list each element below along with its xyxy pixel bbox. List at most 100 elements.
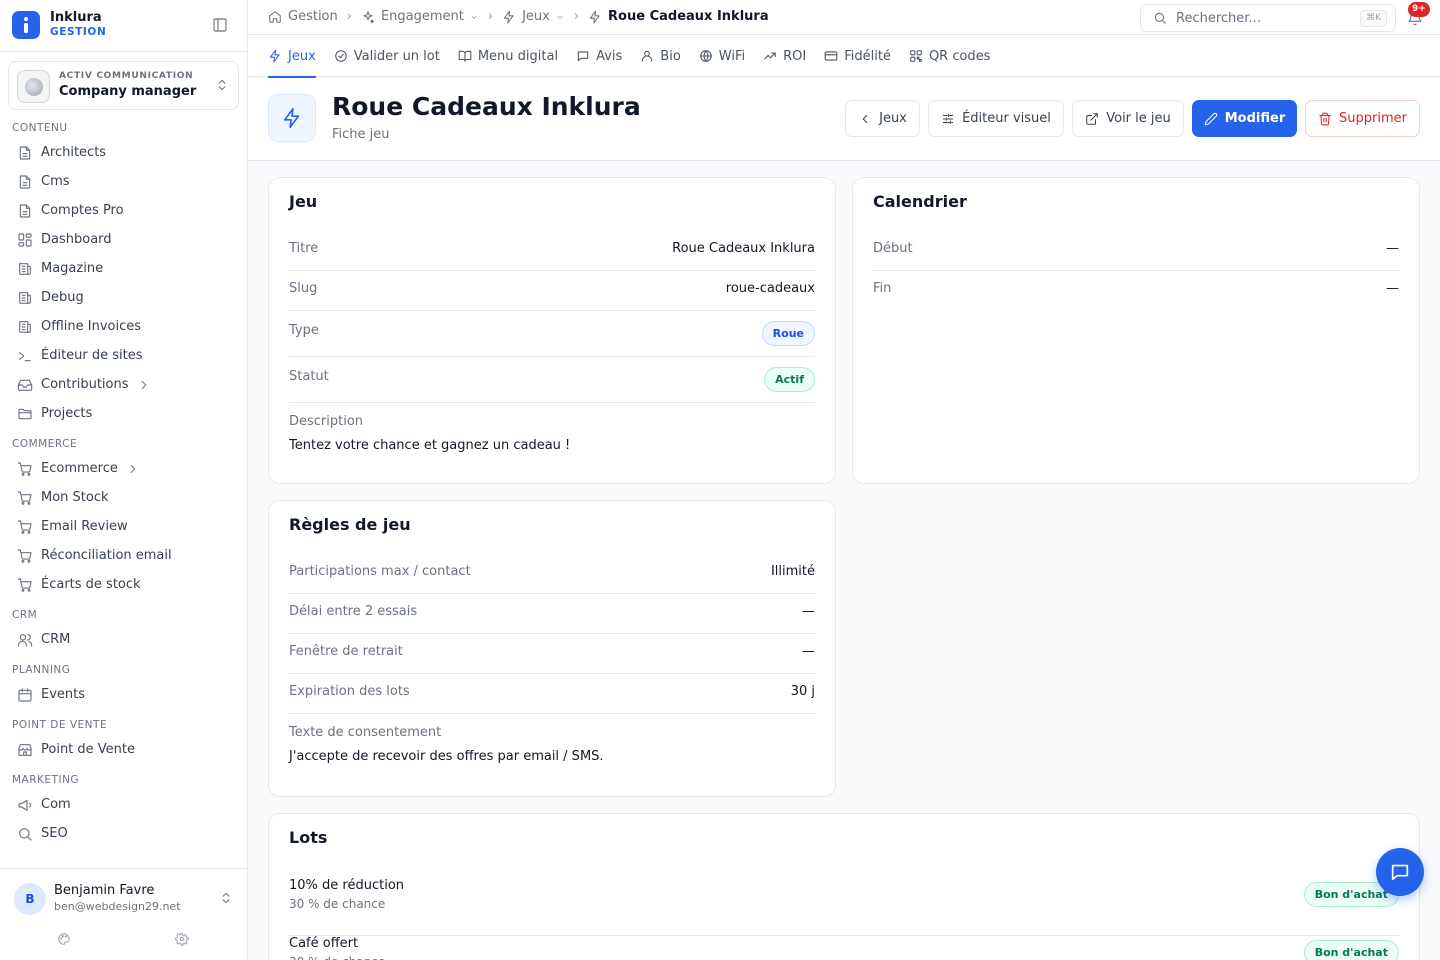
palette-icon[interactable] [57,932,71,946]
sidebar-item-editeur-de-sites[interactable]: Éditeur de sites [0,341,247,370]
field-type: Type Roue [289,311,815,357]
zap-icon [588,10,602,24]
breadcrumb-gestion[interactable]: Gestion [288,9,338,24]
tab-bio[interactable]: Bio [631,35,689,77]
tab-qr-codes[interactable]: QR codes [900,35,1000,77]
list-item: 10% de réduction 30 % de chance Bon d'acha… [289,878,1399,936]
chevron-right-icon [126,462,140,476]
calendar-icon [17,687,41,703]
sidebar-item-seo[interactable]: SEO [0,819,247,848]
page-subtitle: Fiche jeu [332,127,390,142]
breadcrumb-current: Roue Cadeaux Inklura [608,9,769,24]
chat-button[interactable] [1376,848,1424,896]
field-label: Description [289,414,364,429]
sidebar-item-magazine[interactable]: Magazine [0,254,247,283]
company-switcher[interactable]: ACTIV COMMUNICATION Company manager [8,61,239,110]
sidebar-item-dashboard[interactable]: Dashboard [0,225,247,254]
prize-chance: 30 % de chance [289,955,385,960]
tab-avis[interactable]: Avis [567,35,631,77]
sidebar-item-debug[interactable]: Debug [0,283,247,312]
sidebar-item-label: Point de Vente [41,742,136,757]
field-value: — [802,644,815,659]
edit-button[interactable]: Modifier [1192,100,1297,137]
sidebar-toggle-icon[interactable] [212,17,228,33]
field-consentement: Texte de consentement J'accepte de recev… [289,714,815,774]
field-value: roue-cadeaux [725,281,815,296]
breadcrumb-separator: › [573,9,580,24]
field-max-participations: Participations max / contact Illimité [289,554,815,594]
field-titre: Titre Roue Cadeaux Inklura [289,231,815,271]
chevron-down-icon[interactable] [555,12,565,22]
sidebar-item-point-de-vente[interactable]: Point de Vente [0,735,247,764]
sidebar-item-comptes-pro[interactable]: Comptes Pro [0,196,247,225]
status-badge: Actif [764,367,815,392]
sidebar-item-crm[interactable]: CRM [0,625,247,654]
sidebar-item-projects[interactable]: Projects [0,399,247,428]
field-label: Participations max / contact [289,564,471,579]
sidebar-item-com[interactable]: Com [0,790,247,819]
brand-name: Inklura [50,10,102,25]
back-button[interactable]: Jeux [845,100,920,137]
sidebar-item-offline-invoices[interactable]: Offline Invoices [0,312,247,341]
field-value: Illimité [770,564,815,579]
sparkles-icon [361,10,375,24]
field-value: — [1386,241,1399,256]
search-input[interactable]: Rechercher... ⌘K [1140,4,1396,32]
breadcrumb-separator: › [487,9,494,24]
tab-wifi[interactable]: WiFi [690,35,754,77]
sidebar-item-cms[interactable]: Cms [0,167,247,196]
newspaper-icon [17,261,41,277]
chevron-down-icon[interactable] [469,12,479,22]
user-menu[interactable]: B Benjamin Favre ben@webdesign29.net [0,868,247,960]
brand-logo-icon [12,11,40,39]
prize-type-badge: Bon d'achat [1303,940,1399,960]
breadcrumb-engagement[interactable]: Engagement [381,9,464,24]
field-fenetre: Fenêtre de retrait — [289,634,815,674]
sidebar-item-contributions[interactable]: Contributions [0,370,247,399]
sidebar-item-label: Offline Invoices [41,319,142,334]
chevrons-up-down-icon[interactable] [219,891,233,905]
field-delai: Délai entre 2 essais — [289,594,815,634]
sidebar-item-mon-stock[interactable]: Mon Stock [0,483,247,512]
tab-jeux[interactable]: Jeux [259,35,325,78]
sidebar-item-label: CRM [41,632,71,647]
tab-roi[interactable]: ROI [754,35,815,77]
card-title: Règles de jeu [289,515,411,534]
sidebar-item-reconciliation-email[interactable]: Réconciliation email [0,541,247,570]
visual-editor-button[interactable]: Éditeur visuel [928,100,1064,137]
calendar-card: Calendrier Début — Fin — [852,177,1420,484]
field-expiration: Expiration des lots 30 j [289,674,815,714]
view-game-button[interactable]: Voir le jeu [1072,100,1184,137]
delete-button[interactable]: Supprimer [1305,100,1420,137]
rules-card: Règles de jeu Participations max / conta… [268,500,836,797]
field-label: Fenêtre de retrait [289,644,403,659]
tab-menu-digital[interactable]: Menu digital [449,35,567,77]
grid-icon [17,232,41,248]
avatar: B [14,883,46,915]
tab-fidelite[interactable]: Fidélité [815,35,900,77]
file-icon [17,203,41,219]
company-avatar [17,70,50,103]
search-icon [17,826,41,842]
tab-valider-un-lot[interactable]: Valider un lot [325,35,449,77]
list-item: Café offert 30 % de chance Bon d'achat [289,936,1399,960]
sidebar-item-ecarts-de-stock[interactable]: Écarts de stock [0,570,247,599]
sidebar-item-events[interactable]: Events [0,680,247,709]
nav-section-point-de-vente: POINT DE VENTE [12,719,108,731]
sliders-icon [941,112,955,126]
check-circle-icon [334,49,348,63]
gear-icon[interactable] [175,932,189,946]
chevron-left-icon [858,112,872,126]
brand-subtitle: GESTION [50,26,107,38]
sidebar-item-email-review[interactable]: Email Review [0,512,247,541]
notification-badge: 9+ [1408,2,1430,17]
delete-button-label: Supprimer [1339,111,1407,126]
home-icon[interactable] [268,10,282,24]
card-title: Lots [289,828,328,847]
module-tabs: Jeux Valider un lot Menu digital Avis Bio WiF… [248,35,1440,78]
breadcrumb-jeux[interactable]: Jeux [522,9,550,24]
tab-label: ROI [783,48,807,64]
sidebar-item-label: Cms [41,174,70,189]
sidebar-item-ecommerce[interactable]: Ecommerce [0,454,247,483]
sidebar-item-architects[interactable]: Architects [0,138,247,167]
